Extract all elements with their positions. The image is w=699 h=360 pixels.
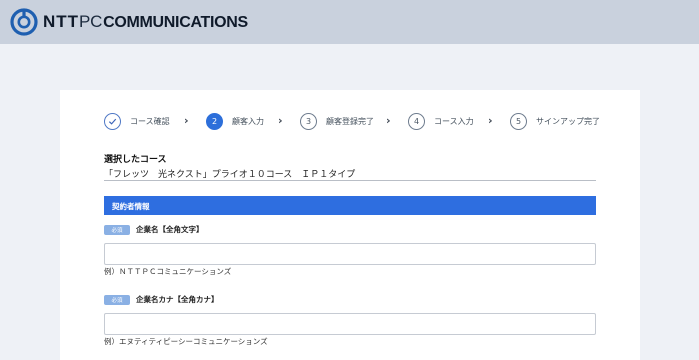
selected-course-heading: 選択したコース [104, 155, 167, 165]
company-name-label: 必須 企業名【全角文字】 [104, 224, 204, 235]
required-badge: 必須 [104, 224, 130, 235]
logo-pc-text: PC [79, 12, 103, 31]
company-name-input[interactable] [104, 243, 596, 265]
step-1-checkmark-icon [104, 112, 121, 130]
field-label-text: 企業名【全角文字】 [136, 225, 204, 234]
company-name-example: 例）ＮＴＴＰＣコミュニケーションズ [104, 267, 232, 276]
site-header: NTTPCCOMMUNICATIONS [0, 0, 699, 44]
step-course-input: 4 コース入力 [408, 111, 474, 131]
step-number: 2 [206, 112, 223, 130]
required-badge: 必須 [104, 294, 130, 305]
selected-course-name: 「フレッツ 光ネクスト」プライオ１０コース ＩＰ１タイプ [104, 170, 356, 180]
step-signup-complete: 5 サインアップ完了 [510, 111, 600, 131]
field-label-text: 企業名カナ【全角カナ】 [136, 295, 219, 304]
company-logo[interactable]: NTTPCCOMMUNICATIONS [10, 8, 248, 36]
company-name-kana-input[interactable] [104, 313, 596, 335]
divider [104, 180, 596, 181]
progress-stepper: コース確認 › 2 顧客入力 › 3 顧客登録完了 › 4 コース入力 › 5 … [104, 111, 604, 131]
logo-communications-text: COMMUNICATIONS [103, 14, 248, 31]
logo-wordmark: NTTPCCOMMUNICATIONS [43, 12, 248, 32]
chevron-right-icon: › [488, 114, 493, 127]
logo-ntt-text: NTT [43, 12, 80, 31]
chevron-right-icon: › [278, 114, 283, 127]
step-label: サインアップ完了 [536, 116, 600, 126]
step-label: コース入力 [434, 116, 474, 126]
company-name-kana-example: 例）エヌティティピーシーコミュニケーションズ [104, 337, 268, 346]
step-course-confirm: コース確認 [104, 111, 170, 131]
step-number: 3 [300, 112, 317, 130]
chevron-right-icon: › [184, 114, 189, 127]
step-number: 4 [408, 112, 425, 130]
step-label: コース確認 [130, 116, 170, 126]
step-customer-input: 2 顧客入力 [206, 111, 264, 131]
step-label: 顧客入力 [232, 116, 264, 126]
chevron-right-icon: › [386, 114, 391, 127]
contract-info-section-header: 契約者情報 [104, 196, 596, 215]
step-number: 5 [510, 112, 527, 130]
step-customer-registered: 3 顧客登録完了 [300, 111, 374, 131]
step-label: 顧客登録完了 [326, 116, 374, 126]
company-name-kana-label: 必須 企業名カナ【全角カナ】 [104, 294, 219, 305]
ntt-logo-icon [10, 8, 38, 36]
